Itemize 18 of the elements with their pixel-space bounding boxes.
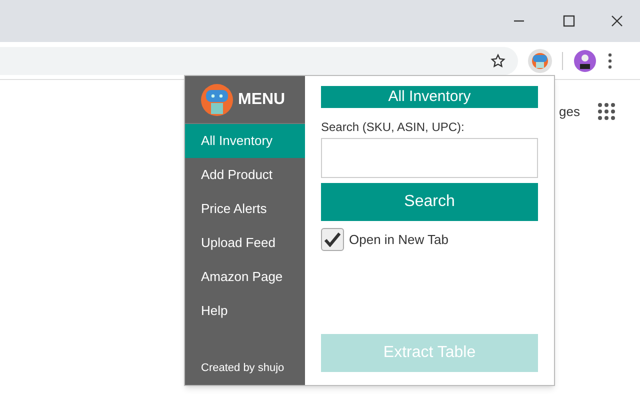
maximize-icon[interactable] — [563, 15, 575, 27]
menu-title: MENU — [238, 90, 286, 110]
checkbox[interactable] — [321, 228, 344, 251]
page-text: ges — [559, 103, 580, 121]
robot-extension-icon[interactable] — [528, 48, 552, 72]
apps-grid-icon[interactable] — [598, 103, 615, 120]
menu-item[interactable]: All Inventory — [185, 124, 305, 158]
search-label: Search (SKU, ASIN, UPC): — [321, 119, 464, 136]
panel-title: All Inventory — [321, 86, 538, 108]
robot-logo-icon — [201, 84, 233, 116]
more-icon[interactable] — [608, 52, 612, 68]
star-icon[interactable] — [490, 52, 506, 68]
close-icon[interactable] — [611, 15, 623, 27]
checkbox-label: Open in New Tab — [349, 230, 448, 249]
search-button[interactable]: Search — [321, 183, 538, 221]
credit-text: Created by shujo — [201, 360, 286, 376]
avatar-icon[interactable] — [574, 50, 596, 72]
search-field[interactable] — [321, 138, 538, 178]
